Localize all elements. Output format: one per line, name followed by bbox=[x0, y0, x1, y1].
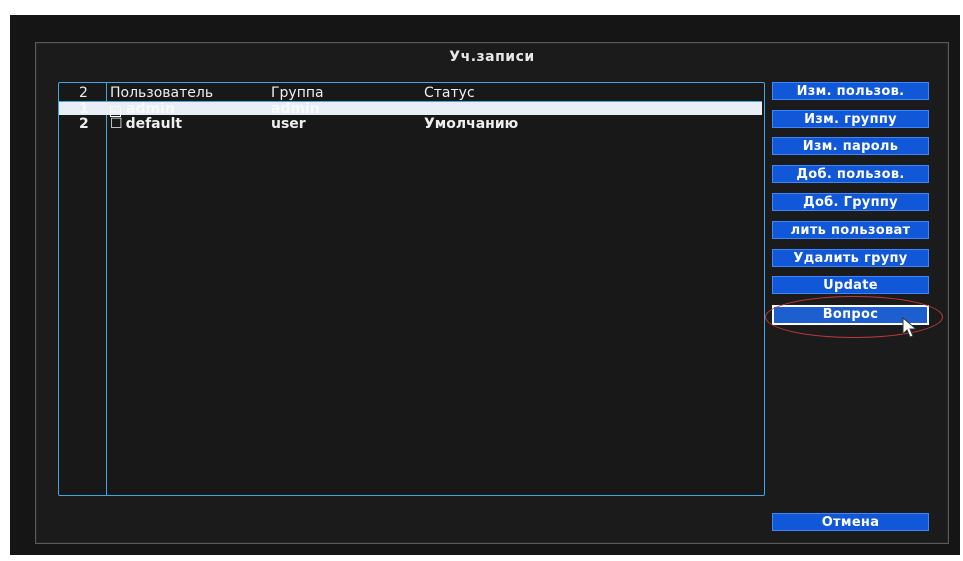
edit-user-button[interactable]: Изм. пользов. bbox=[772, 82, 929, 100]
row-group: user bbox=[271, 116, 306, 132]
edit-group-button[interactable]: Изм. группу bbox=[772, 110, 929, 128]
row-status: Умолчанию bbox=[424, 116, 519, 132]
update-button[interactable]: Update bbox=[772, 276, 929, 294]
window-title: Уч.записи bbox=[449, 49, 535, 65]
row-number: 2 bbox=[79, 116, 89, 132]
edit-password-button[interactable]: Изм. пароль bbox=[772, 137, 929, 155]
row-user-name: admin bbox=[126, 101, 175, 117]
cancel-button[interactable]: Отмена bbox=[772, 513, 929, 531]
header-status: Статус bbox=[424, 85, 475, 101]
table-row-selected[interactable]: 1 ☑ admin admin bbox=[59, 101, 762, 117]
add-group-button[interactable]: Доб. Группу bbox=[772, 193, 929, 211]
row-user-name: default bbox=[125, 116, 183, 132]
row-user: ☐ default bbox=[110, 117, 182, 131]
checkbox-unchecked-icon[interactable]: ☐ bbox=[110, 117, 123, 131]
header-group: Группа bbox=[271, 85, 324, 101]
user-list[interactable] bbox=[58, 82, 765, 496]
table-row[interactable]: 2 ☐ default user Умолчанию bbox=[59, 117, 762, 131]
header-user: Пользователь bbox=[110, 85, 214, 101]
add-user-button[interactable]: Доб. пользов. bbox=[772, 165, 929, 183]
column-divider bbox=[106, 82, 107, 496]
user-count: 2 bbox=[79, 85, 88, 101]
list-header: 2 Пользователь Группа Статус bbox=[59, 86, 762, 100]
row-group: admin bbox=[271, 101, 320, 117]
delete-group-button[interactable]: Удалить групу bbox=[772, 249, 929, 267]
delete-user-button[interactable]: лить пользоват bbox=[772, 221, 929, 239]
row-number: 1 bbox=[79, 101, 89, 117]
row-user: ☑ admin bbox=[110, 102, 175, 117]
